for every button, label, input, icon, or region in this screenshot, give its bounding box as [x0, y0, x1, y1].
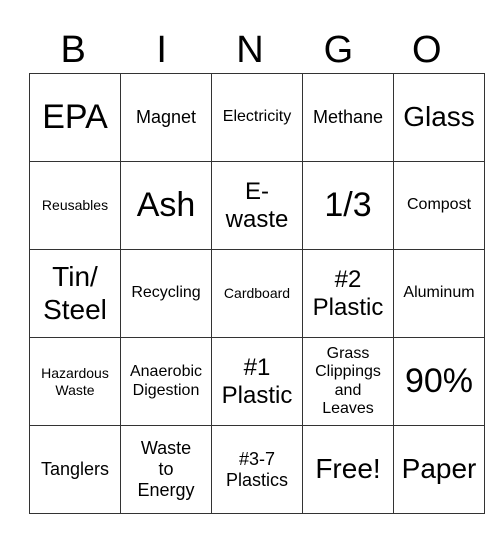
bingo-grid: EPA Magnet Electricity Methane Glass Reu…: [29, 73, 485, 514]
bingo-cell[interactable]: Paper: [393, 425, 485, 514]
bingo-cell[interactable]: #3-7 Plastics: [211, 425, 303, 514]
bingo-cell[interactable]: Compost: [393, 161, 485, 250]
bingo-cell[interactable]: Hazardous Waste: [29, 337, 121, 426]
header-letter-n: N: [236, 29, 264, 71]
header-letter-b: B: [60, 29, 86, 71]
bingo-cell[interactable]: E-waste: [211, 161, 303, 250]
bingo-cell[interactable]: Cardboard: [211, 249, 303, 338]
bingo-cell[interactable]: EPA: [29, 73, 121, 162]
header-letter-o: O: [412, 29, 442, 71]
bingo-cell[interactable]: Aluminum: [393, 249, 485, 338]
grid-row: Tin/Steel Recycling Cardboard #2 Plastic …: [29, 249, 485, 338]
grid-row: EPA Magnet Electricity Methane Glass: [29, 73, 485, 162]
bingo-cell[interactable]: Grass Clippings and Leaves: [302, 337, 394, 426]
bingo-cell[interactable]: Tanglers: [29, 425, 121, 514]
bingo-cell[interactable]: Magnet: [120, 73, 212, 162]
grid-row: Tanglers Waste to Energy #3-7 Plastics Free…: [29, 425, 485, 514]
header-letter-i: I: [156, 29, 167, 71]
bingo-cell[interactable]: Ash: [120, 161, 212, 250]
bingo-cell[interactable]: #2 Plastic: [302, 249, 394, 338]
bingo-header: B I N G O: [29, 28, 471, 73]
bingo-cell[interactable]: Methane: [302, 73, 394, 162]
free-space-cell[interactable]: Free!: [302, 425, 394, 514]
bingo-cell[interactable]: #1 Plastic: [211, 337, 303, 426]
bingo-cell[interactable]: Anaerobic Digestion: [120, 337, 212, 426]
grid-row: Hazardous Waste Anaerobic Digestion #1 Plas…: [29, 337, 485, 426]
bingo-cell[interactable]: Tin/Steel: [29, 249, 121, 338]
grid-row: Reusables Ash E-waste 1/3 Compost: [29, 161, 485, 250]
bingo-cell[interactable]: 90%: [393, 337, 485, 426]
bingo-cell[interactable]: Electricity: [211, 73, 303, 162]
header-letter-g: G: [323, 29, 354, 71]
bingo-cell[interactable]: Recycling: [120, 249, 212, 338]
bingo-cell[interactable]: Glass: [393, 73, 485, 162]
bingo-cell[interactable]: Waste to Energy: [120, 425, 212, 514]
bingo-cell[interactable]: 1/3: [302, 161, 394, 250]
bingo-cell[interactable]: Reusables: [29, 161, 121, 250]
